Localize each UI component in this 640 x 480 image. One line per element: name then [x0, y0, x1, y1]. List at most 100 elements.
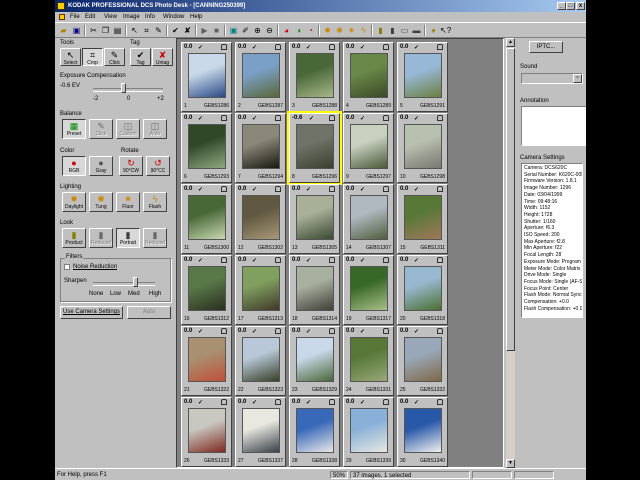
color-gray-button[interactable]: ● Gray: [89, 156, 113, 176]
scroll-down-button[interactable]: ▼: [506, 459, 515, 468]
film-icon[interactable]: ▬: [411, 25, 422, 36]
daylight-icon[interactable]: ✹: [322, 25, 333, 36]
image-thumbnail[interactable]: 0.0 ✓ 21 GEBS1322: [181, 326, 232, 396]
image-thumbnail[interactable]: 0.0 ✓ 4 GEBS1289: [343, 42, 394, 112]
look-portrait-button[interactable]: ▮ Portrait: [116, 228, 140, 248]
iptc-button[interactable]: IPTC...: [529, 41, 563, 53]
use-camera-settings-button[interactable]: Use Camera Settings: [60, 306, 123, 319]
menu-edit[interactable]: Edit: [85, 12, 95, 22]
title-bar[interactable]: KODAK PROFESSIONAL DCS Photo Desk - [CAN…: [55, 0, 586, 12]
info-icon[interactable]: ♦: [428, 25, 439, 36]
untag-button[interactable]: ✘ Untag: [152, 48, 173, 66]
menu-help[interactable]: Help: [190, 12, 202, 22]
lighting-flash-button[interactable]: ϟ Flash: [143, 192, 167, 212]
menu-info[interactable]: Info: [145, 12, 155, 22]
pen-icon[interactable]: ✐: [240, 25, 251, 36]
image-thumbnail[interactable]: 0.0 ✓ 29 GEBS1339: [343, 397, 394, 467]
look-reduced-portrait-button[interactable]: ▮ Reduced: [143, 228, 167, 248]
image-thumbnail[interactable]: 0.0 ✓ 7 GEBS1294: [235, 113, 286, 183]
image-thumbnail[interactable]: 0.0 ✓ 5 GEBS1291: [397, 42, 448, 112]
menu-file[interactable]: File: [70, 12, 80, 22]
image-thumbnail[interactable]: -0.6 ✓ 8 GEBS1296: [287, 111, 342, 185]
image-thumbnail[interactable]: 0.0 ✓ 20 GEBS1318: [397, 255, 448, 325]
image-thumbnail[interactable]: 0.0 ✓ 15 GEBS1311: [397, 184, 448, 254]
balance-custom-button[interactable]: ◫ Custom: [116, 119, 140, 139]
look-product-button[interactable]: ▮ Product: [62, 228, 86, 248]
flash-icon[interactable]: ϟ: [358, 25, 369, 36]
eyedropper-icon[interactable]: ✎: [153, 25, 164, 36]
image-thumbnail[interactable]: 0.0 ✓ 22 GEBS1323: [235, 326, 286, 396]
lighting-fluorescent-button[interactable]: ✷ Fluor: [116, 192, 140, 212]
image-thumbnail[interactable]: 0.0 ✓ 3 GEBS1288: [289, 42, 340, 112]
chevron-down-icon[interactable]: ▼: [573, 74, 582, 83]
image-thumbnail[interactable]: 0.0 ✓ 28 GEBS1338: [289, 397, 340, 467]
cut-icon[interactable]: ✂: [88, 25, 99, 36]
image-thumbnail[interactable]: 0.0 ✓ 25 GEBS1332: [397, 326, 448, 396]
image-thumbnail[interactable]: 0.0 ✓ 11 GEBS1300: [181, 184, 232, 254]
sharpen-slider[interactable]: [133, 277, 138, 287]
maximize-button[interactable]: □: [566, 2, 575, 10]
color-rgb-button[interactable]: ● RGB: [62, 156, 86, 176]
image-thumbnail[interactable]: 0.0 ✓ 23 GEBS1329: [289, 326, 340, 396]
image-thumbnail[interactable]: 0.0 ✓ 1 GEBS1286: [181, 42, 232, 112]
product-look-icon[interactable]: ▮: [375, 25, 386, 36]
color-icon[interactable]: ◑: [293, 25, 304, 36]
image-thumbnail[interactable]: 0.0 ✓ 2 GEBS1287: [235, 42, 286, 112]
scroll-up-button[interactable]: ▲: [506, 38, 515, 47]
balance-preset-button[interactable]: ▦ Preset: [62, 119, 86, 139]
lighting-tungsten-button[interactable]: ✺ Tung: [89, 192, 113, 212]
crop-tool-button[interactable]: ⌗ Crop: [82, 48, 103, 66]
image-thumbnail[interactable]: 0.0 ✓ 18 GEBS1314: [289, 255, 340, 325]
noise-reduction-checkbox[interactable]: [64, 264, 70, 270]
lighting-daylight-button[interactable]: ✹ Daylight: [62, 192, 86, 212]
balance-click-button[interactable]: ✎ Click: [89, 119, 113, 139]
look-reduced-button[interactable]: ▮ Reduced: [89, 228, 113, 248]
menu-view[interactable]: View: [104, 12, 117, 22]
rotate-cw-button[interactable]: ↻ 90°CW: [119, 156, 143, 176]
color-balance-icon[interactable]: ◕: [281, 25, 292, 36]
annotation-field[interactable]: [521, 106, 586, 146]
image-thumbnail[interactable]: 0.0 ✓ 19 GEBS1317: [343, 255, 394, 325]
rotate-icon[interactable]: ◔: [305, 25, 316, 36]
image-thumbnail[interactable]: 0.0 ✓ 10 GEBS1298: [397, 113, 448, 183]
portrait-look-icon[interactable]: ▮: [387, 25, 398, 36]
zoom-icon[interactable]: ⊕: [252, 25, 263, 36]
close-button[interactable]: x: [576, 2, 585, 10]
zoom-out-icon[interactable]: ⊖: [264, 25, 275, 36]
pointer-icon[interactable]: ↖: [129, 25, 140, 36]
image-thumbnail[interactable]: 0.0 ✓ 26 GEBS1333: [181, 397, 232, 467]
auto-button[interactable]: Auto: [127, 306, 171, 319]
check-icon[interactable]: ✔: [170, 25, 181, 36]
image-thumbnail[interactable]: 0.0 ✓ 16 GEBS1312: [181, 255, 232, 325]
minimize-button[interactable]: _: [557, 2, 566, 10]
image-thumbnail[interactable]: 0.0 ✓ 9 GEBS1297: [343, 113, 394, 183]
tungsten-icon[interactable]: ✺: [334, 25, 345, 36]
fluorescent-icon[interactable]: ✷: [346, 25, 357, 36]
help-pointer-icon[interactable]: ↖?: [440, 25, 451, 36]
copy-icon[interactable]: ❐: [100, 25, 111, 36]
uncheck-icon[interactable]: ✘: [182, 25, 193, 36]
open-folder-icon[interactable]: ▰: [58, 25, 69, 36]
scroll-thumb[interactable]: [506, 48, 515, 351]
play-icon[interactable]: ▶: [199, 25, 210, 36]
sound-dropdown[interactable]: ▼: [521, 73, 583, 84]
menu-image[interactable]: Image: [123, 12, 140, 22]
balance-auto-button[interactable]: ◫ Auto: [143, 119, 167, 139]
paste-icon[interactable]: ▤: [112, 25, 123, 36]
rotate-ccw-button[interactable]: ↺ 90°CC: [146, 156, 170, 176]
image-thumbnail[interactable]: 0.0 ✓ 30 GEBS1340: [397, 397, 448, 467]
tag-button[interactable]: ✔ Tag: [130, 48, 151, 66]
menu-window[interactable]: Window: [163, 12, 184, 22]
image-thumbnail[interactable]: 0.0 ✓ 24 GEBS1331: [343, 326, 394, 396]
exposure-slider[interactable]: [121, 83, 126, 93]
select-tool-button[interactable]: ↖ Select: [60, 48, 81, 66]
image-thumbnail[interactable]: 0.0 ✓ 6 GEBS1293: [181, 113, 232, 183]
crop-icon[interactable]: ⌗: [141, 25, 152, 36]
click-tool-button[interactable]: ✎ Click: [104, 48, 125, 66]
save-icon[interactable]: ▣: [71, 25, 82, 36]
camera-settings-list[interactable]: Camera: DCS620CSerial Number: K620C-0054…: [521, 163, 583, 318]
stop-icon[interactable]: ■: [211, 25, 222, 36]
fit-window-icon[interactable]: ▣: [228, 25, 239, 36]
image-thumbnail[interactable]: 0.0 ✓ 14 GEBS1307: [343, 184, 394, 254]
image-thumbnail[interactable]: 0.0 ✓ 27 GEBS1337: [235, 397, 286, 467]
